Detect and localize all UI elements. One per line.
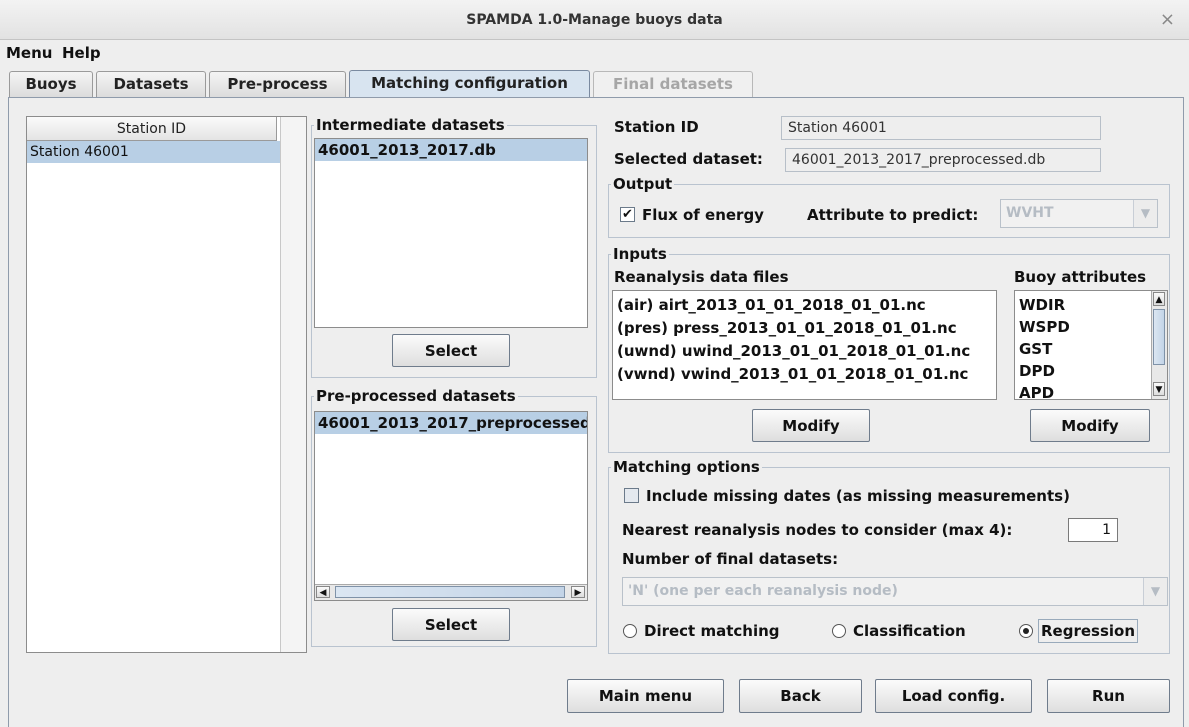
modify-buoy-attributes-button[interactable]: Modify: [1030, 409, 1150, 442]
menu-menu[interactable]: Menu: [6, 41, 52, 65]
classification-label[interactable]: Classification: [853, 622, 966, 640]
attribute-to-predict-value: WVHT: [1006, 205, 1054, 221]
scroll-right-icon[interactable]: ▶: [571, 586, 585, 598]
preprocessed-datasets-legend: Pre-processed datasets: [316, 387, 516, 405]
run-button[interactable]: Run: [1047, 679, 1170, 713]
buoy-attributes-label: Buoy attributes: [1014, 268, 1147, 286]
chevron-down-icon: ▼: [1143, 578, 1167, 605]
nearest-nodes-label: Nearest reanalysis nodes to consider (ma…: [622, 521, 1013, 539]
tab-datasets[interactable]: Datasets: [96, 71, 206, 97]
station-list-item[interactable]: Station 46001: [27, 141, 280, 163]
preprocessed-datasets-list[interactable]: 46001_2013_2017_preprocessed.db ◀ ▶: [314, 411, 588, 601]
include-missing-dates-label[interactable]: Include missing dates (as missing measur…: [646, 487, 1070, 505]
scroll-left-icon[interactable]: ◀: [316, 586, 330, 598]
list-item[interactable]: (vwnd) vwind_2013_01_01_2018_01_01.nc: [617, 363, 968, 386]
tab-buoys[interactable]: Buoys: [9, 71, 93, 97]
list-item[interactable]: WDIR: [1019, 294, 1065, 316]
flux-of-energy-checkbox[interactable]: ✔: [620, 207, 635, 222]
tab-matching-configuration[interactable]: Matching configuration: [349, 70, 590, 97]
list-item[interactable]: APD: [1019, 382, 1054, 399]
reanalysis-files-label: Reanalysis data files: [614, 268, 789, 286]
direct-matching-label[interactable]: Direct matching: [644, 622, 780, 640]
flux-of-energy-label[interactable]: Flux of energy: [642, 206, 764, 224]
window-title: SPAMDA 1.0-Manage buoys data: [466, 12, 723, 28]
select-preprocessed-button[interactable]: Select: [392, 608, 510, 641]
station-id-label: Station ID: [614, 118, 699, 136]
horizontal-scrollbar[interactable]: ◀ ▶: [315, 584, 587, 600]
regression-radio[interactable]: [1019, 624, 1033, 638]
intermediate-datasets-legend: Intermediate datasets: [316, 116, 505, 134]
list-item[interactable]: (air) airt_2013_01_01_2018_01_01.nc: [617, 294, 926, 317]
list-item[interactable]: (uwnd) uwind_2013_01_01_2018_01_01.nc: [617, 340, 970, 363]
list-item[interactable]: WSPD: [1019, 316, 1070, 338]
menu-bar: Menu Help: [0, 41, 1189, 65]
list-item[interactable]: 46001_2013_2017.db: [315, 139, 587, 161]
station-id-field: Station 46001: [781, 116, 1101, 140]
window-title-bar: SPAMDA 1.0-Manage buoys data: [0, 0, 1189, 40]
attribute-to-predict-select: WVHT ▼: [1000, 199, 1158, 228]
list-item[interactable]: DPD: [1019, 360, 1055, 382]
station-list-header[interactable]: Station ID: [27, 117, 277, 141]
direct-matching-radio[interactable]: [623, 624, 637, 638]
reanalysis-files-list[interactable]: (air) airt_2013_01_01_2018_01_01.nc (pre…: [612, 290, 997, 400]
attribute-to-predict-label: Attribute to predict:: [807, 206, 979, 224]
regression-label[interactable]: Regression: [1038, 619, 1139, 643]
chevron-down-icon: ▼: [1133, 200, 1157, 227]
scroll-up-icon[interactable]: ▲: [1153, 292, 1165, 306]
select-intermediate-button[interactable]: Select: [392, 334, 510, 367]
close-icon[interactable]: ×: [1160, 0, 1175, 40]
buoy-attributes-list[interactable]: WDIR WSPD GST DPD APD ▲ ▼: [1014, 290, 1168, 400]
nearest-nodes-input[interactable]: 1: [1068, 518, 1118, 542]
station-list[interactable]: Station ID Station 46001: [26, 116, 307, 653]
vertical-scrollbar[interactable]: ▲ ▼: [1151, 291, 1167, 399]
inputs-legend: Inputs: [613, 245, 667, 263]
modify-reanalysis-button[interactable]: Modify: [752, 409, 870, 442]
list-item[interactable]: (pres) press_2013_01_01_2018_01_01.nc: [617, 317, 957, 340]
classification-radio[interactable]: [832, 624, 846, 638]
list-item[interactable]: GST: [1019, 338, 1052, 360]
load-config-button[interactable]: Load config.: [875, 679, 1032, 713]
scroll-down-icon[interactable]: ▼: [1153, 382, 1165, 396]
number-of-final-datasets-select: 'N' (one per each reanalysis node) ▼: [622, 577, 1168, 606]
scroll-thumb[interactable]: [1153, 309, 1165, 365]
number-of-final-datasets-label: Number of final datasets:: [622, 550, 839, 568]
list-item[interactable]: 46001_2013_2017_preprocessed.db: [315, 412, 587, 434]
selected-dataset-label: Selected dataset:: [614, 150, 763, 168]
main-menu-button[interactable]: Main menu: [567, 679, 724, 713]
tab-final-datasets: Final datasets: [593, 71, 753, 97]
tab-pre-process[interactable]: Pre-process: [209, 71, 346, 97]
station-list-scroll-gutter: [280, 117, 306, 652]
number-of-final-datasets-value: 'N' (one per each reanalysis node): [628, 583, 898, 599]
intermediate-datasets-list[interactable]: 46001_2013_2017.db: [314, 138, 588, 328]
menu-help[interactable]: Help: [62, 41, 101, 65]
output-legend: Output: [613, 175, 673, 193]
matching-options-legend: Matching options: [613, 458, 760, 476]
back-button[interactable]: Back: [739, 679, 862, 713]
include-missing-dates-checkbox[interactable]: [624, 488, 639, 503]
selected-dataset-field: 46001_2013_2017_preprocessed.db: [785, 148, 1101, 172]
scroll-thumb[interactable]: [335, 586, 565, 598]
